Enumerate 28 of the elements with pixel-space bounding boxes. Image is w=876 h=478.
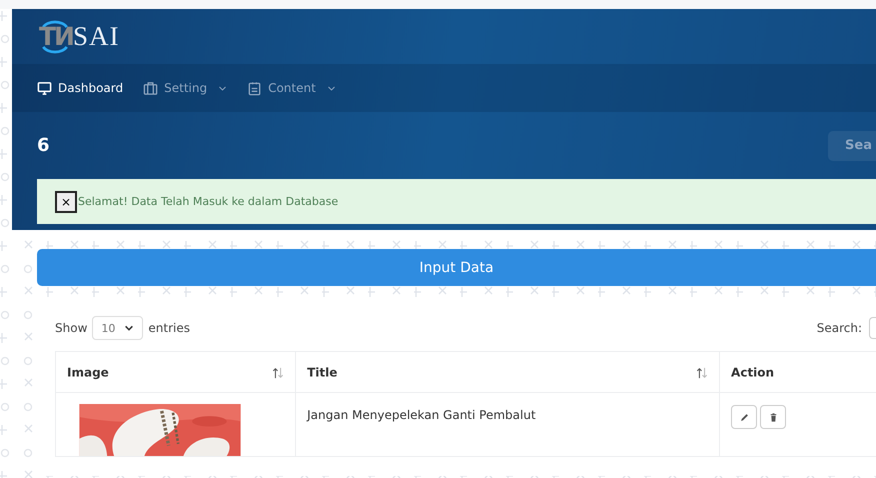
chevron-down-icon bbox=[218, 84, 228, 92]
monitor-icon bbox=[37, 80, 52, 96]
search-field[interactable] bbox=[869, 317, 876, 339]
entries-select[interactable]: 10 bbox=[92, 316, 144, 340]
alert-message: Selamat! Data Telah Masuk ke dalam Database bbox=[78, 195, 338, 208]
nav-item[interactable]: Setting bbox=[143, 80, 228, 96]
nav-item[interactable]: Dashboard bbox=[37, 80, 124, 96]
briefcase-icon bbox=[143, 80, 158, 96]
chevron-down-icon bbox=[124, 323, 134, 333]
sort-icon[interactable] bbox=[696, 366, 708, 379]
close-button[interactable]: × bbox=[55, 190, 77, 212]
clipboard-icon bbox=[247, 80, 262, 96]
edit-button[interactable] bbox=[731, 405, 758, 429]
nav-item[interactable]: Content bbox=[247, 80, 336, 96]
column-header[interactable]: Action bbox=[720, 352, 876, 392]
input-data-button[interactable]: Input Data bbox=[37, 249, 876, 286]
chevron-down-icon bbox=[326, 84, 336, 92]
table-cell: Jangan Menyepelekan Ganti Pembalut bbox=[307, 408, 536, 422]
delete-button[interactable] bbox=[760, 405, 786, 429]
entries-label: entries bbox=[148, 321, 190, 335]
column-header[interactable]: Title bbox=[296, 352, 720, 392]
show-label: Show bbox=[55, 321, 88, 335]
pencil-icon bbox=[738, 412, 750, 422]
page-title: 6 bbox=[37, 135, 50, 156]
sort-icon[interactable] bbox=[272, 366, 284, 379]
column-header[interactable]: Image bbox=[56, 352, 296, 392]
search-label: Search: bbox=[816, 321, 862, 335]
logo[interactable]: TИSAI bbox=[39, 16, 120, 56]
